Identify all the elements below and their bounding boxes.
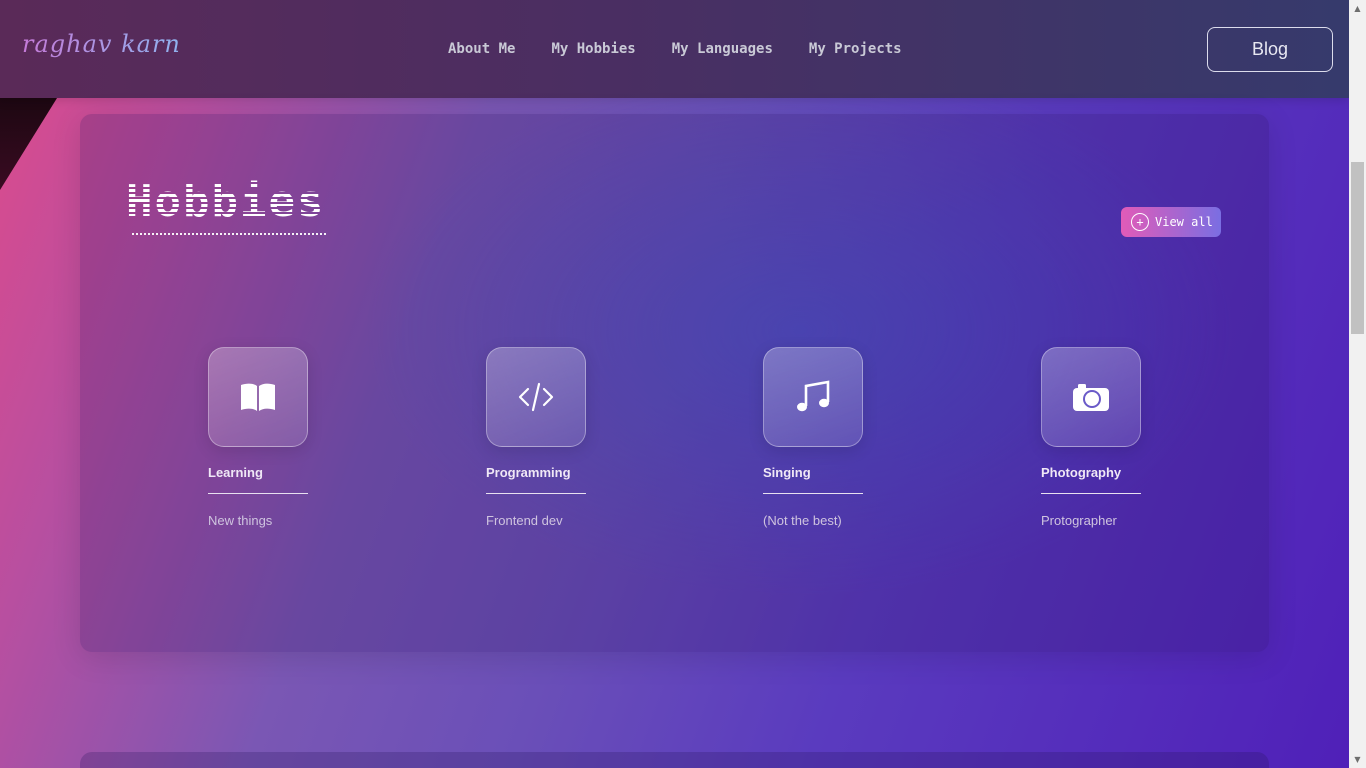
hobby-icon-tile[interactable] (208, 347, 308, 447)
hobby-description: New things (208, 513, 273, 528)
divider (486, 493, 586, 494)
title-underline (131, 233, 327, 235)
divider (1041, 493, 1141, 494)
book-icon (241, 383, 275, 411)
hobby-icon-tile[interactable] (1041, 347, 1141, 447)
hobby-description: Protographer (1041, 513, 1117, 528)
scrollbar[interactable]: ▲ ▼ (1349, 0, 1366, 768)
hobby-description: Frontend dev (486, 513, 563, 528)
hobby-item-singing: Singing (Not the best) (763, 347, 863, 528)
hobby-icon-tile[interactable] (763, 347, 863, 447)
next-section-card (80, 752, 1269, 768)
divider (208, 493, 308, 494)
scrollbar-thumb[interactable] (1351, 162, 1364, 334)
blog-button[interactable]: Blog (1207, 27, 1333, 72)
plus-circle-icon: + (1131, 213, 1149, 231)
section-title-text: Hobbies (126, 176, 326, 227)
hobbies-card: Hobbies + View all Learning New things P… (80, 114, 1269, 652)
hobby-name: Photography (1041, 465, 1122, 480)
section-title: Hobbies (126, 176, 325, 227)
scroll-up-arrow-icon[interactable]: ▲ (1349, 0, 1366, 17)
nav-links: About Me My Hobbies My Languages My Proj… (448, 41, 902, 57)
music-note-icon (797, 380, 830, 412)
divider (763, 493, 863, 494)
nav-link-my-hobbies[interactable]: My Hobbies (551, 41, 635, 57)
view-all-label: View all (1155, 215, 1213, 229)
hobby-name: Learning (208, 465, 263, 480)
hobby-description: (Not the best) (763, 513, 842, 528)
hobby-item-programming: Programming Frontend dev (486, 347, 586, 528)
code-icon (518, 382, 554, 412)
nav-link-about-me[interactable]: About Me (448, 41, 515, 57)
scroll-down-arrow-icon[interactable]: ▼ (1349, 751, 1366, 768)
hobby-item-learning: Learning New things (208, 347, 308, 528)
hobby-icon-tile[interactable] (486, 347, 586, 447)
camera-icon (1073, 384, 1109, 411)
view-all-button[interactable]: + View all (1121, 207, 1221, 237)
logo[interactable]: raghav karn (22, 30, 181, 58)
corner-decoration (0, 90, 62, 190)
navbar: raghav karn About Me My Hobbies My Langu… (0, 0, 1349, 98)
hobby-name: Singing (763, 465, 811, 480)
hobby-item-photography: Photography Protographer (1041, 347, 1141, 528)
hobby-name: Programming (486, 465, 571, 480)
nav-link-my-languages[interactable]: My Languages (672, 41, 773, 57)
nav-link-my-projects[interactable]: My Projects (809, 41, 902, 57)
